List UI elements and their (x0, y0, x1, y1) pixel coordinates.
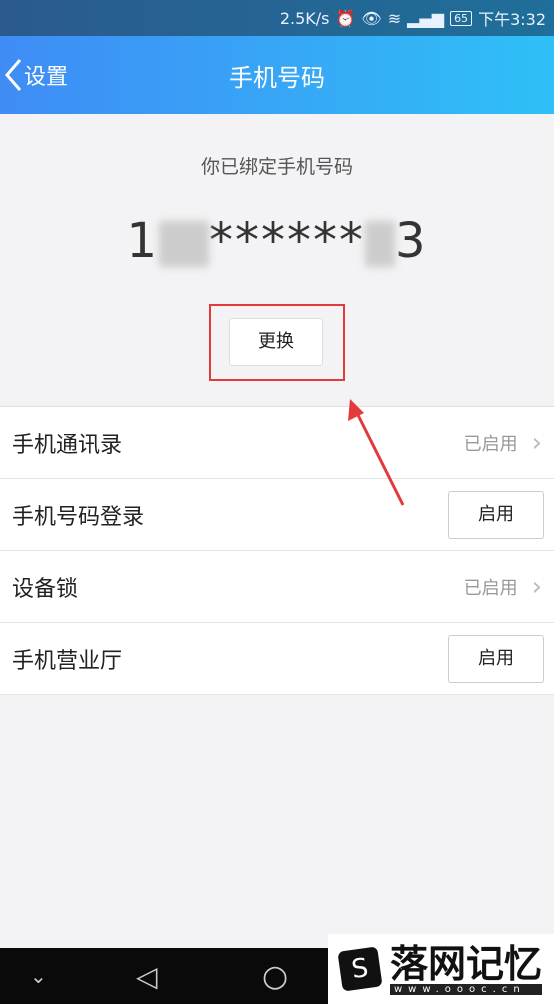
settings-list: 手机通讯录 已启用 › 手机号码登录 启用 设备锁 已启用 › 手机营业厅 启用 (0, 406, 554, 695)
chevron-right-icon: › (531, 571, 542, 602)
blurred-digits (365, 221, 395, 267)
blurred-digits (159, 221, 209, 267)
watermark-url: www.oooc.cn (390, 983, 543, 995)
row-mobile-hall: 手机营业厅 启用 (0, 623, 554, 695)
phone-section: 你已绑定手机号码 1 ****** 3 更换 (0, 114, 554, 406)
phone-suffix: 3 (395, 213, 428, 269)
row-status: 已启用 (463, 577, 518, 599)
row-device-lock[interactable]: 设备锁 已启用 › (0, 551, 554, 623)
chevron-right-icon: › (531, 427, 542, 458)
eye-icon: 👁 (361, 8, 382, 28)
row-phone-login: 手机号码登录 启用 (0, 479, 554, 551)
status-bar: 2.5K/s ⏰ 👁 ≋ ▂▄▆ 65 下午3:32 (0, 0, 554, 36)
enable-button[interactable]: 启用 (448, 634, 544, 683)
nav-bar: 设置 手机号码 (0, 36, 554, 114)
swan-logo-icon: S (337, 946, 383, 992)
wifi-icon: ≋ (387, 8, 402, 28)
watermark: S 落网记忆 www.oooc.cn (328, 934, 554, 1004)
4g-signal-icon: ▂▄▆ (407, 8, 445, 28)
change-button[interactable]: 更换 (229, 318, 323, 366)
watermark-text: 落网记忆 (390, 941, 543, 986)
row-label: 手机通讯录 (12, 432, 123, 458)
phone-number: 1 ****** 3 (0, 213, 554, 269)
row-label: 手机营业厅 (12, 648, 123, 674)
back-triangle-icon[interactable]: ◁ (136, 960, 158, 993)
clock: 下午3:32 (478, 10, 546, 29)
phone-masked: ****** (209, 213, 365, 269)
chevron-down-icon[interactable]: ⌄ (30, 964, 47, 988)
row-label: 手机号码登录 (12, 504, 145, 530)
row-label: 设备锁 (12, 576, 79, 602)
battery-icon: 65 (450, 10, 473, 26)
enable-button[interactable]: 启用 (448, 490, 544, 539)
red-arrow-icon (348, 399, 405, 506)
phone-prefix: 1 (126, 213, 159, 269)
row-status: 已启用 (463, 433, 518, 455)
bound-text: 你已绑定手机号码 (200, 156, 353, 178)
page-title: 手机号码 (229, 64, 325, 92)
row-contacts[interactable]: 手机通讯录 已启用 › (0, 407, 554, 479)
home-circle-icon[interactable]: ○ (262, 959, 288, 994)
alarm-icon: ⏰ (335, 8, 356, 28)
network-speed: 2.5K/s (279, 8, 330, 28)
